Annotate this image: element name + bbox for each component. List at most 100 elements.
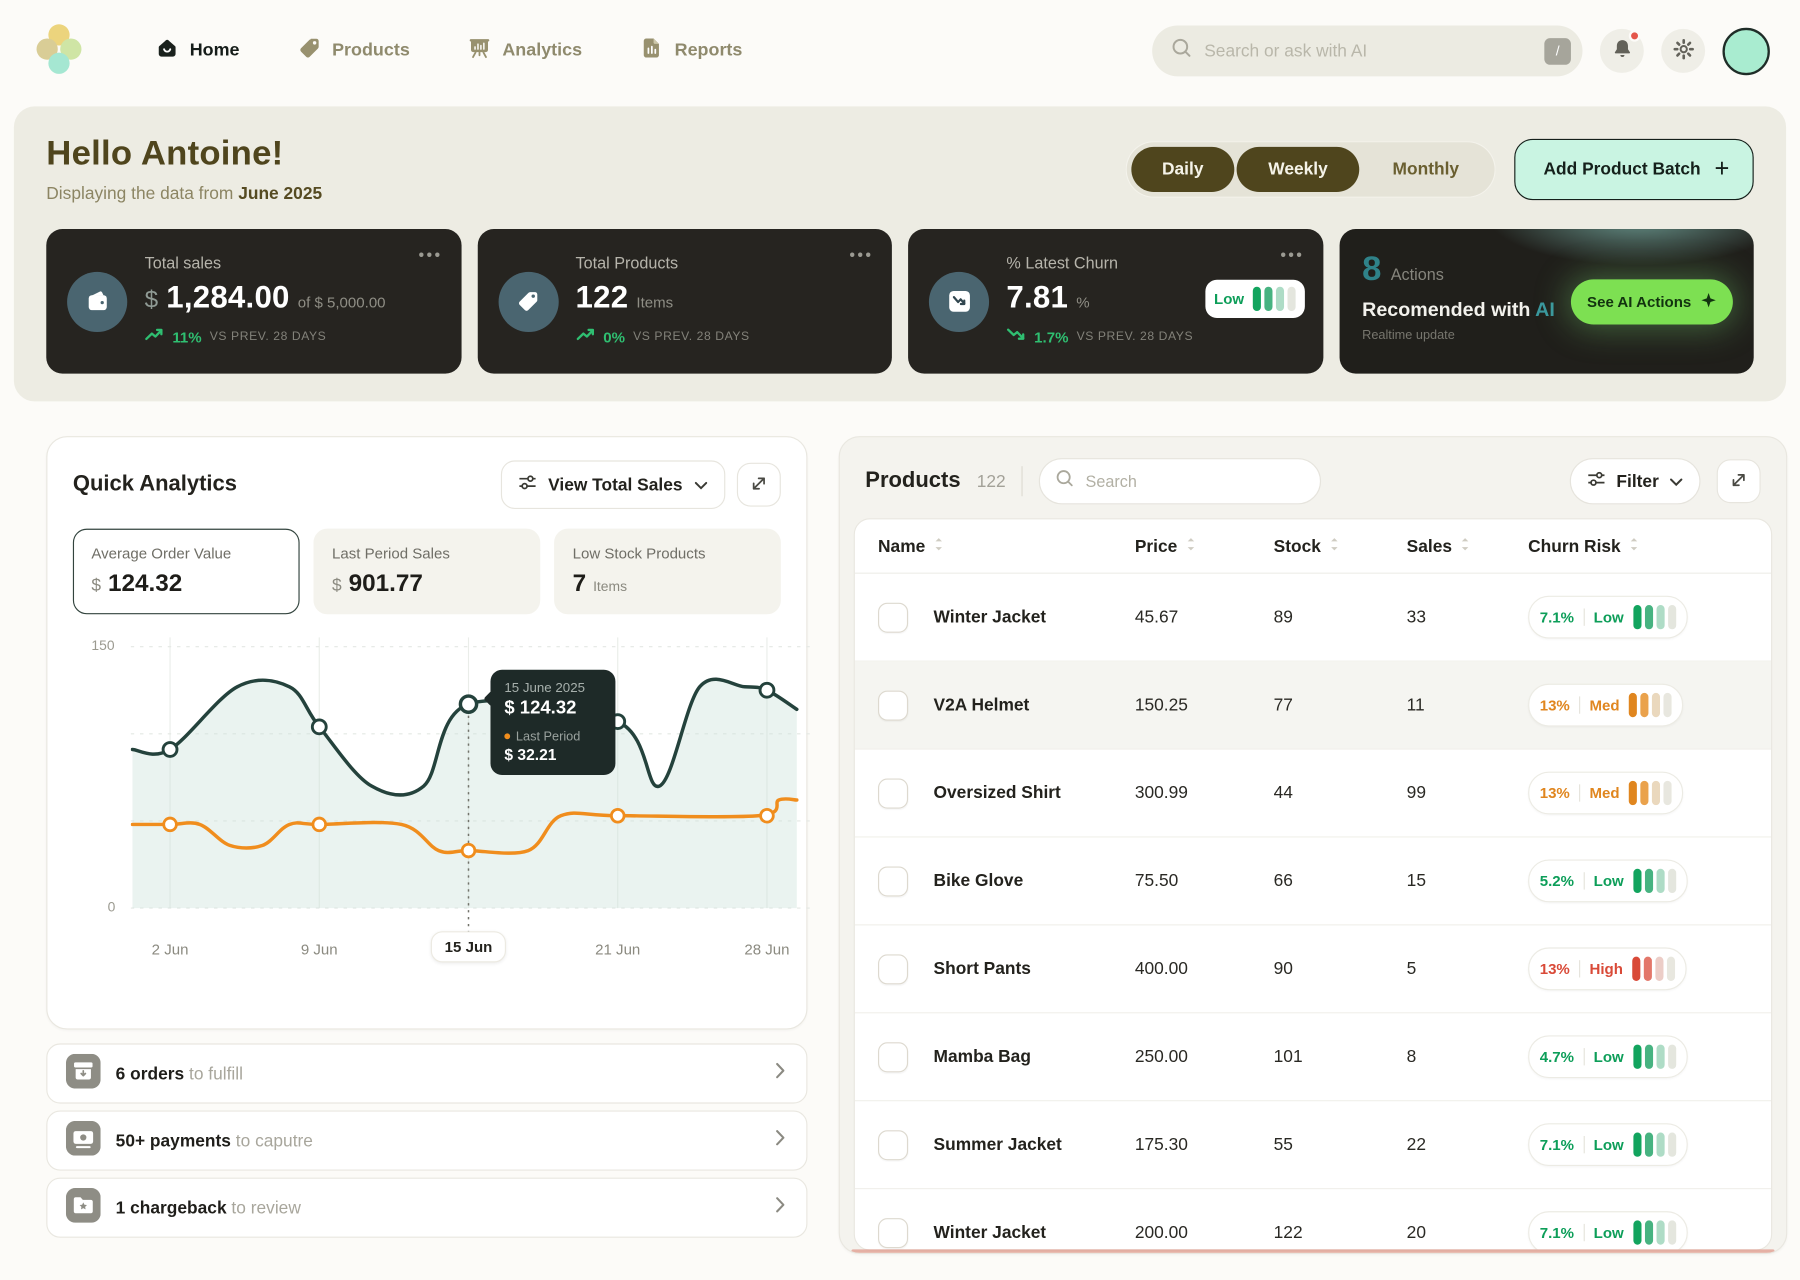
content-columns: Quick Analytics View Total Sales Average…	[0, 401, 1800, 1254]
stat-card-value: 1,284.00	[166, 280, 289, 316]
metric-box-2[interactable]: Low Stock Products 7Items	[554, 529, 781, 615]
row-checkbox[interactable]	[878, 690, 908, 720]
product-price: 250.00	[1135, 1047, 1274, 1067]
churn-risk-badge: 5.2% Low	[1528, 860, 1687, 903]
user-avatar[interactable]	[1722, 27, 1769, 74]
row-checkbox[interactable]	[878, 602, 908, 632]
card-menu-button[interactable]: •••	[419, 245, 443, 264]
risk-meter-bars	[1629, 781, 1672, 805]
product-row-4[interactable]: Short Pants 400.00 90 5 13% High	[855, 925, 1771, 1013]
sort-icon	[1328, 536, 1341, 556]
product-price: 300.99	[1135, 783, 1274, 803]
expand-analytics-button[interactable]	[737, 463, 781, 507]
product-sales: 5	[1407, 959, 1528, 979]
column-header-stock[interactable]: Stock	[1274, 536, 1407, 556]
products-search[interactable]	[1039, 458, 1321, 504]
view-selector-dropdown[interactable]: View Total Sales	[501, 460, 726, 509]
risk-meter-bars	[1633, 869, 1676, 893]
search-input[interactable]	[1204, 41, 1533, 61]
stat-card-title: % Latest Churn	[1006, 253, 1302, 272]
product-name: Summer Jacket	[934, 1135, 1062, 1155]
product-row-3[interactable]: Bike Glove 75.50 66 15 5.2% Low	[855, 838, 1771, 926]
nav-item-home[interactable]: Home	[155, 36, 240, 66]
trend-value: 0%	[603, 328, 625, 345]
x-tick-15-Jun[interactable]: 15 Jun	[431, 931, 506, 962]
stat-card-title: Total sales	[145, 253, 441, 272]
product-sales: 11	[1407, 695, 1528, 715]
trend-caption: VS PREV. 28 DAYS	[633, 330, 750, 344]
chart-board-icon	[468, 36, 492, 66]
product-row-1[interactable]: V2A Helmet 150.25 77 11 13% Med	[855, 662, 1771, 750]
brand-logo[interactable]	[35, 21, 84, 80]
dashboard-page: Home Products Analytics Reports /	[0, 0, 1800, 1280]
product-name: Oversized Shirt	[934, 783, 1061, 803]
row-checkbox[interactable]	[878, 1042, 908, 1072]
range-option-monthly[interactable]: Monthly	[1361, 146, 1490, 191]
topbar-actions: /	[1152, 25, 1770, 76]
product-stock: 55	[1274, 1135, 1407, 1155]
metric-box-1[interactable]: Last Period Sales $901.77	[313, 529, 540, 615]
product-row-2[interactable]: Oversized Shirt 300.99 44 99 13% Med	[855, 750, 1771, 838]
churn-risk-badge: 13% Med	[1528, 684, 1683, 727]
product-name: Winter Jacket	[934, 607, 1047, 627]
products-search-input[interactable]	[1086, 472, 1306, 491]
table-body: Winter Jacket 45.67 89 33 7.1% Low V2A H…	[855, 574, 1771, 1251]
nav-item-reports[interactable]: Reports	[640, 36, 742, 66]
product-sales: 33	[1407, 607, 1528, 627]
nav-item-analytics[interactable]: Analytics	[468, 36, 582, 66]
risk-meter-bars	[1252, 286, 1295, 310]
notification-dot	[1629, 30, 1641, 42]
churn-risk-badge: 7.1% Low	[1528, 596, 1687, 639]
risk-meter-bars	[1633, 605, 1676, 629]
metric-value: 901.77	[349, 570, 423, 598]
column-header-churn-risk[interactable]: Churn Risk	[1528, 536, 1748, 556]
sort-icon	[932, 536, 945, 556]
action-item-0[interactable]: 6 orders to fulfill	[46, 1043, 807, 1103]
range-option-daily[interactable]: Daily	[1131, 146, 1235, 191]
row-checkbox[interactable]	[878, 866, 908, 896]
product-name: Bike Glove	[934, 871, 1024, 891]
trend-up-arrow-icon	[145, 326, 165, 347]
expand-products-button[interactable]	[1717, 459, 1761, 503]
settings-button[interactable]	[1661, 29, 1705, 73]
card-menu-button[interactable]: •••	[1280, 245, 1304, 264]
product-row-7[interactable]: Winter Jacket 200.00 122 20 7.1% Low	[855, 1189, 1771, 1250]
product-name: Winter Jacket	[934, 1223, 1047, 1243]
nav-item-products[interactable]: Products	[297, 36, 409, 66]
add-product-batch-button[interactable]: Add Product Batch +	[1515, 138, 1754, 199]
row-checkbox[interactable]	[878, 778, 908, 808]
churn-risk-badge: 4.7% Low	[1528, 1035, 1687, 1078]
product-price: 75.50	[1135, 871, 1274, 891]
column-header-name[interactable]: Name	[878, 536, 1135, 556]
see-ai-actions-button[interactable]: See AI Actions	[1571, 279, 1733, 324]
stat-card-suffix: of $ 5,000.00	[298, 294, 386, 311]
action-item-1[interactable]: 50+ payments to caputre	[46, 1111, 807, 1171]
notifications-button[interactable]	[1600, 29, 1644, 73]
row-checkbox[interactable]	[878, 1130, 908, 1160]
table-header-row: NamePriceStockSalesChurn Risk	[855, 519, 1771, 573]
product-row-5[interactable]: Mamba Bag 250.00 101 8 4.7% Low	[855, 1013, 1771, 1101]
stat-card-suffix: %	[1076, 294, 1089, 311]
filter-dropdown[interactable]: Filter	[1570, 458, 1700, 504]
sort-icon	[1628, 536, 1641, 556]
product-stock: 89	[1274, 607, 1407, 627]
range-option-weekly[interactable]: Weekly	[1237, 146, 1359, 191]
product-stock: 66	[1274, 871, 1407, 891]
bell-icon	[1610, 37, 1634, 65]
product-stock: 101	[1274, 1047, 1407, 1067]
stat-card-1: ••• Total Products 122Items 0%VS PREV. 2…	[477, 229, 892, 374]
metric-box-0[interactable]: Average Order Value $124.32	[73, 529, 300, 615]
card-menu-button[interactable]: •••	[849, 245, 873, 264]
column-header-sales[interactable]: Sales	[1407, 536, 1528, 556]
row-checkbox[interactable]	[878, 954, 908, 984]
action-item-2[interactable]: 1 chargeback to review	[46, 1178, 807, 1238]
x-tick-9-Jun: 9 Jun	[301, 940, 338, 957]
product-row-0[interactable]: Winter Jacket 45.67 89 33 7.1% Low	[855, 574, 1771, 662]
product-row-6[interactable]: Summer Jacket 175.30 55 22 7.1% Low	[855, 1101, 1771, 1189]
tooltip-series2-label: Last Period	[516, 730, 580, 744]
row-checkbox[interactable]	[878, 1218, 908, 1248]
sliders-icon	[518, 473, 537, 496]
hero-section: Hello Antoine! Displaying the data from …	[14, 106, 1786, 401]
global-search[interactable]: /	[1152, 25, 1582, 76]
column-header-price[interactable]: Price	[1135, 536, 1274, 556]
